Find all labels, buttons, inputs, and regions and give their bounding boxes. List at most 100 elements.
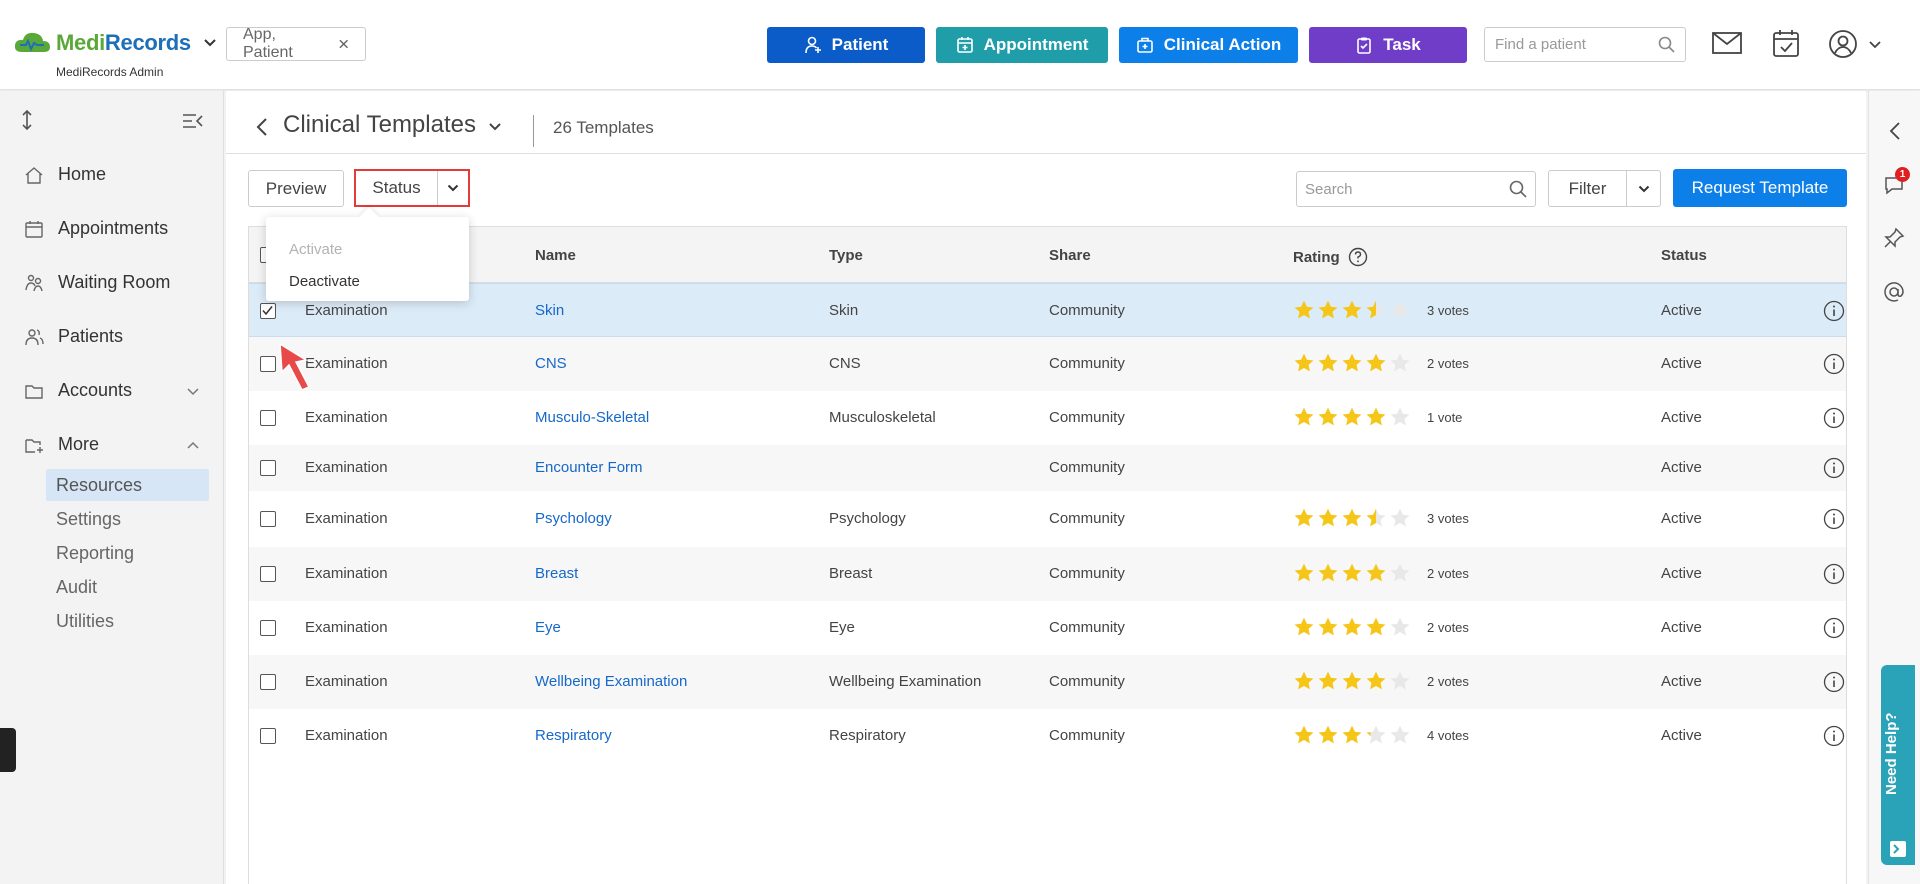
row-checkbox[interactable]	[260, 460, 276, 476]
template-name-link[interactable]: CNS	[535, 355, 567, 372]
template-name-link[interactable]: Skin	[535, 302, 564, 319]
column-header-type[interactable]: Type	[829, 247, 863, 264]
table-row[interactable]: Examination CNS CNS Community Active 2 votes	[249, 337, 1846, 391]
star-icon[interactable]	[1317, 562, 1339, 584]
new-patient-button[interactable]: Patient	[767, 27, 925, 63]
calendar-check-icon[interactable]	[1772, 28, 1800, 58]
chevron-down-icon[interactable]	[203, 38, 217, 48]
sidebar-item-home[interactable]: Home	[24, 164, 106, 185]
star-rating[interactable]	[1293, 670, 1411, 692]
sidebar-subitem-resources[interactable]: Resources	[46, 469, 209, 501]
expand-vertical-icon[interactable]	[20, 109, 34, 131]
star-rating[interactable]	[1293, 507, 1411, 529]
star-icon[interactable]	[1341, 670, 1363, 692]
star-rating[interactable]	[1293, 616, 1411, 638]
star-icon[interactable]	[1317, 616, 1339, 638]
star-icon[interactable]	[1389, 406, 1411, 428]
status-dropdown-toggle[interactable]	[438, 171, 468, 205]
star-icon[interactable]	[1389, 507, 1411, 529]
star-icon[interactable]	[1317, 299, 1339, 321]
star-icon[interactable]	[1317, 724, 1339, 746]
table-row[interactable]: Examination Respiratory Respiratory Communi…	[249, 709, 1846, 763]
star-icon[interactable]	[1293, 299, 1315, 321]
star-icon[interactable]	[1365, 724, 1387, 746]
sidebar-subitem-utilities[interactable]: Utilities	[46, 605, 209, 637]
column-header-share[interactable]: Share	[1049, 247, 1091, 264]
row-checkbox[interactable]	[260, 728, 276, 744]
sidebar-item-waiting-room[interactable]: Waiting Room	[24, 272, 170, 293]
column-header-status[interactable]: Status	[1661, 247, 1707, 264]
info-icon[interactable]	[1823, 563, 1845, 585]
sidebar-item-accounts[interactable]: Accounts	[24, 380, 132, 401]
star-rating[interactable]	[1293, 406, 1411, 428]
sidebar-subitem-audit[interactable]: Audit	[46, 571, 209, 603]
context-filter-chip[interactable]: App, Patient	[226, 26, 366, 61]
row-checkbox[interactable]	[260, 674, 276, 690]
table-row[interactable]: Examination Eye Eye Community Active 2 votes	[249, 601, 1846, 655]
template-name-link[interactable]: Breast	[535, 565, 578, 582]
row-checkbox[interactable]	[260, 511, 276, 527]
deactivate-menu-item[interactable]: Deactivate	[289, 273, 360, 290]
chevron-down-icon[interactable]	[488, 122, 502, 132]
info-icon[interactable]	[1823, 353, 1845, 375]
filter-dropdown-toggle[interactable]	[1627, 171, 1660, 206]
star-icon[interactable]	[1389, 670, 1411, 692]
close-icon[interactable]	[338, 38, 349, 50]
star-icon[interactable]	[1365, 670, 1387, 692]
filter-split-button[interactable]: Filter	[1548, 170, 1661, 207]
search-icon[interactable]	[1509, 180, 1527, 198]
brand-logo[interactable]: MediRecords	[12, 30, 217, 56]
filter-button[interactable]: Filter	[1549, 171, 1627, 206]
row-checkbox[interactable]	[260, 356, 276, 372]
table-row[interactable]: Examination Musculo-Skeletal Musculoskelet…	[249, 391, 1846, 445]
table-row[interactable]: Examination Skin Skin Community Active 3 vote…	[249, 283, 1846, 337]
table-row[interactable]: Examination Breast Breast Community Active 2 …	[249, 547, 1846, 601]
star-icon[interactable]	[1365, 406, 1387, 428]
chevron-left-icon[interactable]	[1889, 121, 1901, 141]
search-input[interactable]: Search	[1296, 171, 1536, 207]
back-chevron-icon[interactable]	[256, 117, 268, 137]
row-checkbox[interactable]	[260, 303, 276, 319]
row-checkbox[interactable]	[260, 566, 276, 582]
star-rating[interactable]	[1293, 299, 1411, 321]
template-name-link[interactable]: Psychology	[535, 510, 612, 527]
star-icon[interactable]	[1341, 299, 1363, 321]
info-icon[interactable]	[1823, 725, 1845, 747]
new-appointment-button[interactable]: Appointment	[936, 27, 1108, 63]
pin-icon[interactable]	[1883, 227, 1905, 249]
help-circle-icon[interactable]	[1348, 247, 1368, 267]
info-icon[interactable]	[1823, 407, 1845, 429]
sidebar-item-appointments[interactable]: Appointments	[24, 218, 168, 239]
star-icon[interactable]	[1341, 562, 1363, 584]
star-icon[interactable]	[1365, 299, 1387, 321]
template-name-link[interactable]: Eye	[535, 619, 561, 636]
sidebar-item-more[interactable]: More	[24, 434, 99, 455]
info-icon[interactable]	[1823, 457, 1845, 479]
mention-icon[interactable]	[1883, 281, 1905, 303]
star-rating[interactable]	[1293, 724, 1411, 746]
sidebar-item-patients[interactable]: Patients	[24, 326, 123, 347]
new-task-button[interactable]: Task	[1309, 27, 1467, 63]
star-icon[interactable]	[1389, 616, 1411, 638]
collapse-sidebar-icon[interactable]	[182, 113, 204, 129]
star-icon[interactable]	[1317, 352, 1339, 374]
column-header-name[interactable]: Name	[535, 247, 576, 264]
preview-button[interactable]: Preview	[248, 170, 344, 207]
star-icon[interactable]	[1365, 352, 1387, 374]
star-icon[interactable]	[1341, 616, 1363, 638]
user-account-icon[interactable]	[1828, 29, 1858, 59]
star-icon[interactable]	[1317, 507, 1339, 529]
status-split-button[interactable]: Status	[354, 169, 470, 207]
chevron-up-icon[interactable]	[186, 440, 200, 450]
star-icon[interactable]	[1293, 406, 1315, 428]
star-icon[interactable]	[1341, 724, 1363, 746]
template-name-link[interactable]: Respiratory	[535, 727, 612, 744]
chevron-down-icon[interactable]	[1868, 40, 1882, 50]
side-drawer-tab[interactable]	[0, 728, 16, 772]
info-icon[interactable]	[1823, 300, 1845, 322]
template-name-link[interactable]: Musculo-Skeletal	[535, 409, 649, 426]
star-rating[interactable]	[1293, 352, 1411, 374]
request-template-button[interactable]: Request Template	[1673, 169, 1847, 207]
sidebar-subitem-settings[interactable]: Settings	[46, 503, 209, 535]
star-icon[interactable]	[1317, 406, 1339, 428]
